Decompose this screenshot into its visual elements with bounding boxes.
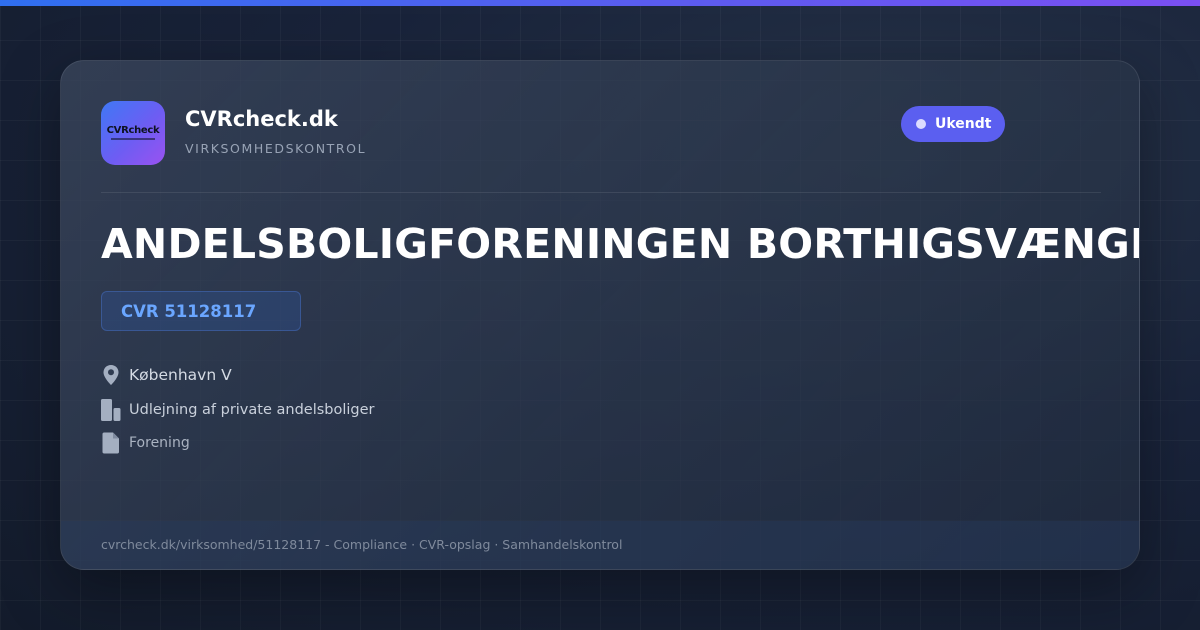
location-row: København V (101, 362, 232, 388)
header-divider (101, 192, 1101, 193)
status-badge: Ukendt (901, 106, 1005, 142)
brand-logo-text: CVRcheck (106, 125, 160, 136)
map-pin-icon (101, 363, 121, 387)
legal-form-row: Forening (101, 430, 190, 456)
company-name: ANDELSBOLIGFORENINGEN BORTHIGSVÆNGE (101, 220, 1140, 268)
industry-text: Udlejning af private andelsboliger (129, 402, 375, 418)
brand-logo: CVRcheck (101, 101, 165, 165)
location-text: København V (129, 366, 232, 384)
company-card: CVRcheck CVRcheck.dk VIRKSOMHEDSKONTROL … (60, 60, 1140, 570)
document-icon (101, 431, 121, 455)
footer-text: cvrcheck.dk/virksomhed/51128117 - Compli… (101, 537, 623, 552)
legal-form-text: Forening (129, 435, 190, 451)
status-dot-icon (916, 119, 926, 129)
brand-tagline: VIRKSOMHEDSKONTROL (185, 141, 367, 156)
industry-row: Udlejning af private andelsboliger (101, 397, 375, 423)
brand-name: CVRcheck.dk (185, 107, 338, 131)
building-icon (101, 398, 121, 422)
cvr-number: CVR 51128117 (121, 301, 257, 321)
brand-logo-underline (111, 138, 155, 140)
status-label: Ukendt (935, 116, 992, 132)
cvr-badge: CVR 51128117 (101, 291, 301, 331)
top-accent-bar (0, 0, 1200, 6)
